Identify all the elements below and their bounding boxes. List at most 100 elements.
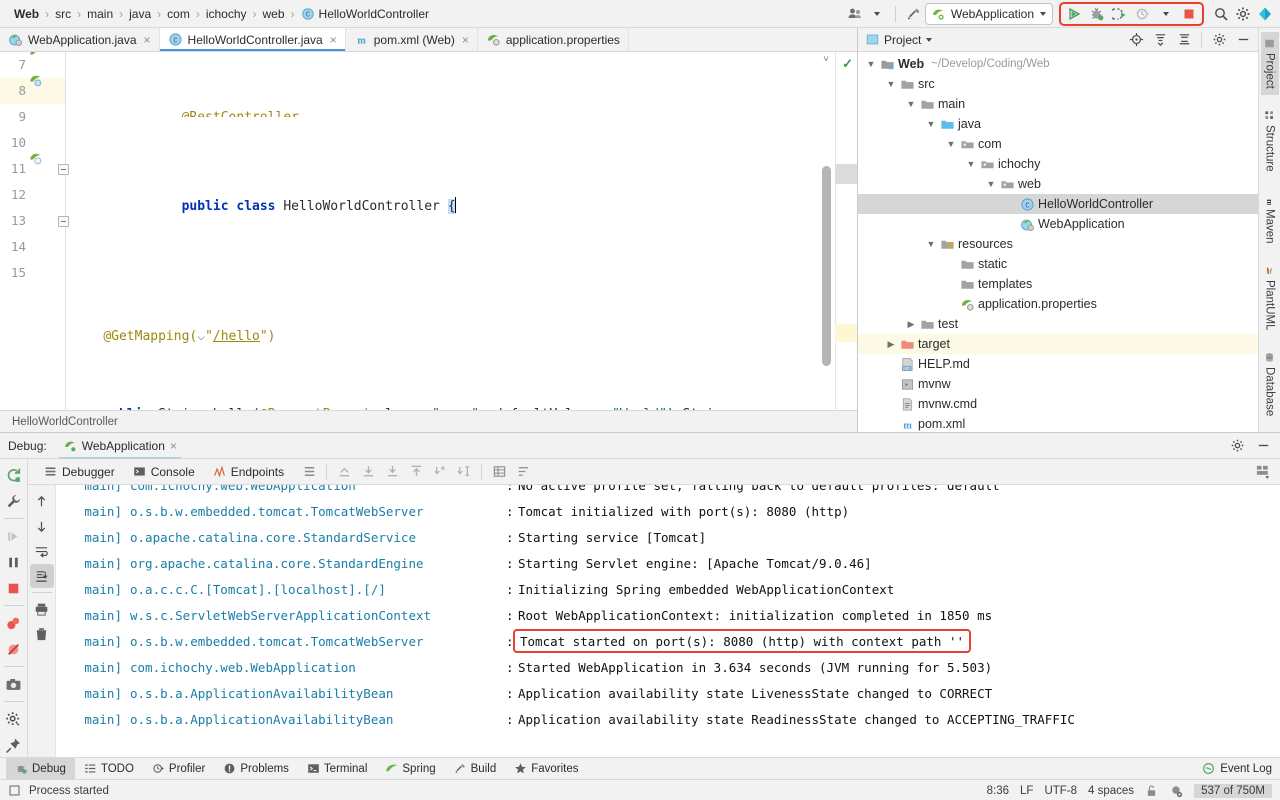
chevron-right-icon[interactable]: ▶ [904,319,918,330]
sort-icon[interactable] [512,461,534,483]
layout-settings-icon[interactable] [298,461,320,483]
tool-window-tab-database[interactable]: Database [1261,346,1279,422]
breadcrumb-item-java[interactable]: java [123,7,157,21]
debug-session-tab[interactable]: WebApplication × [55,433,185,459]
chevron-down-icon[interactable]: ▼ [944,139,958,149]
editor-gutter[interactable]: 7 8 9 10 11 12 13 14 15 [0,52,69,410]
tree-node-com[interactable]: ▼ com [858,134,1258,154]
vcs-branch-icon[interactable] [1169,784,1183,798]
project-title[interactable]: Project [866,33,933,47]
spring-bean-icon[interactable] [28,52,44,72]
step-over-icon[interactable] [357,461,379,483]
editor-tab-helloworldcontroller-java[interactable]: C HelloWorldController.java × [159,28,346,51]
debug-icon[interactable] [1086,3,1108,25]
run-configuration-selector[interactable]: WebApplication [924,2,1053,25]
breadcrumb-item-web[interactable]: web [257,7,291,21]
breadcrumb-item-web[interactable]: Web [8,7,45,21]
resume-program-icon[interactable] [2,524,26,548]
breadcrumb-item-src[interactable]: src [49,7,77,21]
chevron-down-icon[interactable]: ▼ [884,79,898,89]
chevron-down-icon[interactable]: ˅ [823,54,829,65]
tree-node-java[interactable]: ▼ java [858,114,1258,134]
tree-node-test[interactable]: ▶ test [858,314,1258,334]
tool-window-button-build[interactable]: Build [445,758,506,780]
tree-node-helloworldcontroller[interactable]: C HelloWorldController [858,194,1258,214]
tool-window-button-profiler[interactable]: Profiler [143,758,214,780]
camera-snapshot-icon[interactable] [2,672,26,696]
tree-node-help-md[interactable]: MD HELP.md [858,354,1258,374]
read-write-lock-icon[interactable] [1145,784,1158,798]
close-icon[interactable]: × [170,439,177,453]
stop-icon[interactable] [1178,3,1200,25]
spring-mapping-icon[interactable] [28,151,44,177]
soft-wrap-icon[interactable] [30,539,54,563]
tree-node-resources[interactable]: ▼ resources [858,234,1258,254]
settings-gear-icon[interactable] [1232,3,1254,25]
view-breakpoints-icon[interactable] [2,611,26,635]
expand-all-icon[interactable] [1149,29,1171,51]
breadcrumb-item-ichochy[interactable]: ichochy [200,7,253,21]
project-tree[interactable]: ▼ Web ~/Develop/Coding/Web ▼ src ▼ main ▼ java ▼ c… [858,52,1258,432]
chevron-right-icon[interactable]: ▶ [884,339,898,350]
run-with-coverage-icon[interactable] [1109,3,1131,25]
chevron-down-icon[interactable] [926,37,933,42]
rerun-icon[interactable] [2,463,26,487]
layout-chooser-icon[interactable] [1252,461,1274,483]
caret-position[interactable]: 8:36 [987,785,1009,797]
tool-window-tab-maven[interactable]: m Maven [1261,188,1279,250]
tab-endpoints[interactable]: Endpoints [205,465,292,479]
chevron-down-icon[interactable]: ▼ [904,99,918,109]
tree-node-webapplication[interactable]: WebApplication [858,214,1258,234]
tree-node-mvnw-cmd[interactable]: mvnw.cmd [858,394,1258,414]
breadcrumb-item-com[interactable]: com [161,7,196,21]
encoding[interactable]: UTF-8 [1044,785,1077,797]
pause-program-icon[interactable] [2,550,26,574]
chevron-down-icon[interactable] [1040,11,1046,16]
user-avatar-icon[interactable] [844,3,866,25]
run-icon[interactable] [1063,3,1085,25]
tool-window-button-debug[interactable]: Debug [6,757,75,780]
memory-indicator[interactable]: 537 of 750M [1194,783,1272,798]
tool-window-button-todo[interactable]: TODO [75,758,143,780]
chevron-down-icon[interactable]: ▼ [984,179,998,189]
evaluate-icon[interactable] [453,461,475,483]
editor-vertical-scrollbar[interactable] [822,166,831,366]
tool-window-button-favorites[interactable]: Favorites [505,758,587,780]
stop-program-icon[interactable] [2,576,26,600]
console-output[interactable]: main] com.ichochy.web.WebApplication: No a… [56,485,1280,757]
idea-logo-icon[interactable] [1254,3,1276,25]
step-out-icon[interactable] [333,461,355,483]
editor-tab-webapplication-java[interactable]: WebApplication.java × [0,28,160,51]
scroll-down-icon[interactable] [30,514,54,538]
tool-window-button-problems[interactable]: Problems [214,758,298,780]
watches-table-icon[interactable] [488,461,510,483]
scroll-up-icon[interactable] [30,489,54,513]
pin-tab-icon[interactable] [2,733,26,757]
tab-debugger[interactable]: Debugger [36,465,123,479]
chevron-down-icon[interactable]: ▼ [964,159,978,169]
indent-setting[interactable]: 4 spaces [1088,785,1134,797]
print-icon[interactable] [30,597,54,621]
editor-marker-gutter[interactable]: ✓ [835,52,857,410]
tree-node-main[interactable]: ▼ main [858,94,1258,114]
tree-node-src[interactable]: ▼ src [858,74,1258,94]
chevron-down-icon[interactable]: ▼ [924,239,938,249]
editor-text-area[interactable]: 7 8 9 10 11 12 13 14 15 public class Hel… [0,52,857,410]
inspection-ok-icon[interactable]: ✓ [842,56,853,72]
scroll-to-end-icon[interactable] [29,564,54,588]
search-icon[interactable] [1210,3,1232,25]
chevron-down-icon[interactable] [1155,3,1177,25]
chevron-down-icon[interactable] [866,3,888,25]
close-icon[interactable]: × [330,33,337,47]
settings-gear-icon[interactable] [1226,435,1248,457]
spring-bean-icon[interactable] [28,73,44,99]
collapse-all-icon[interactable] [1173,29,1195,51]
build-hammer-icon[interactable] [903,3,925,25]
tool-window-tab-project[interactable]: Project [1260,32,1279,95]
settings-dropdown-icon[interactable] [2,707,26,731]
tree-node-target[interactable]: ▶ target [858,334,1258,354]
tree-node-web[interactable]: ▼ web [858,174,1258,194]
source-code[interactable]: @RestController public class HelloWorldC… [66,52,857,410]
wrench-settings-icon[interactable] [2,489,26,513]
tree-node-application-properties[interactable]: application.properties [858,294,1258,314]
